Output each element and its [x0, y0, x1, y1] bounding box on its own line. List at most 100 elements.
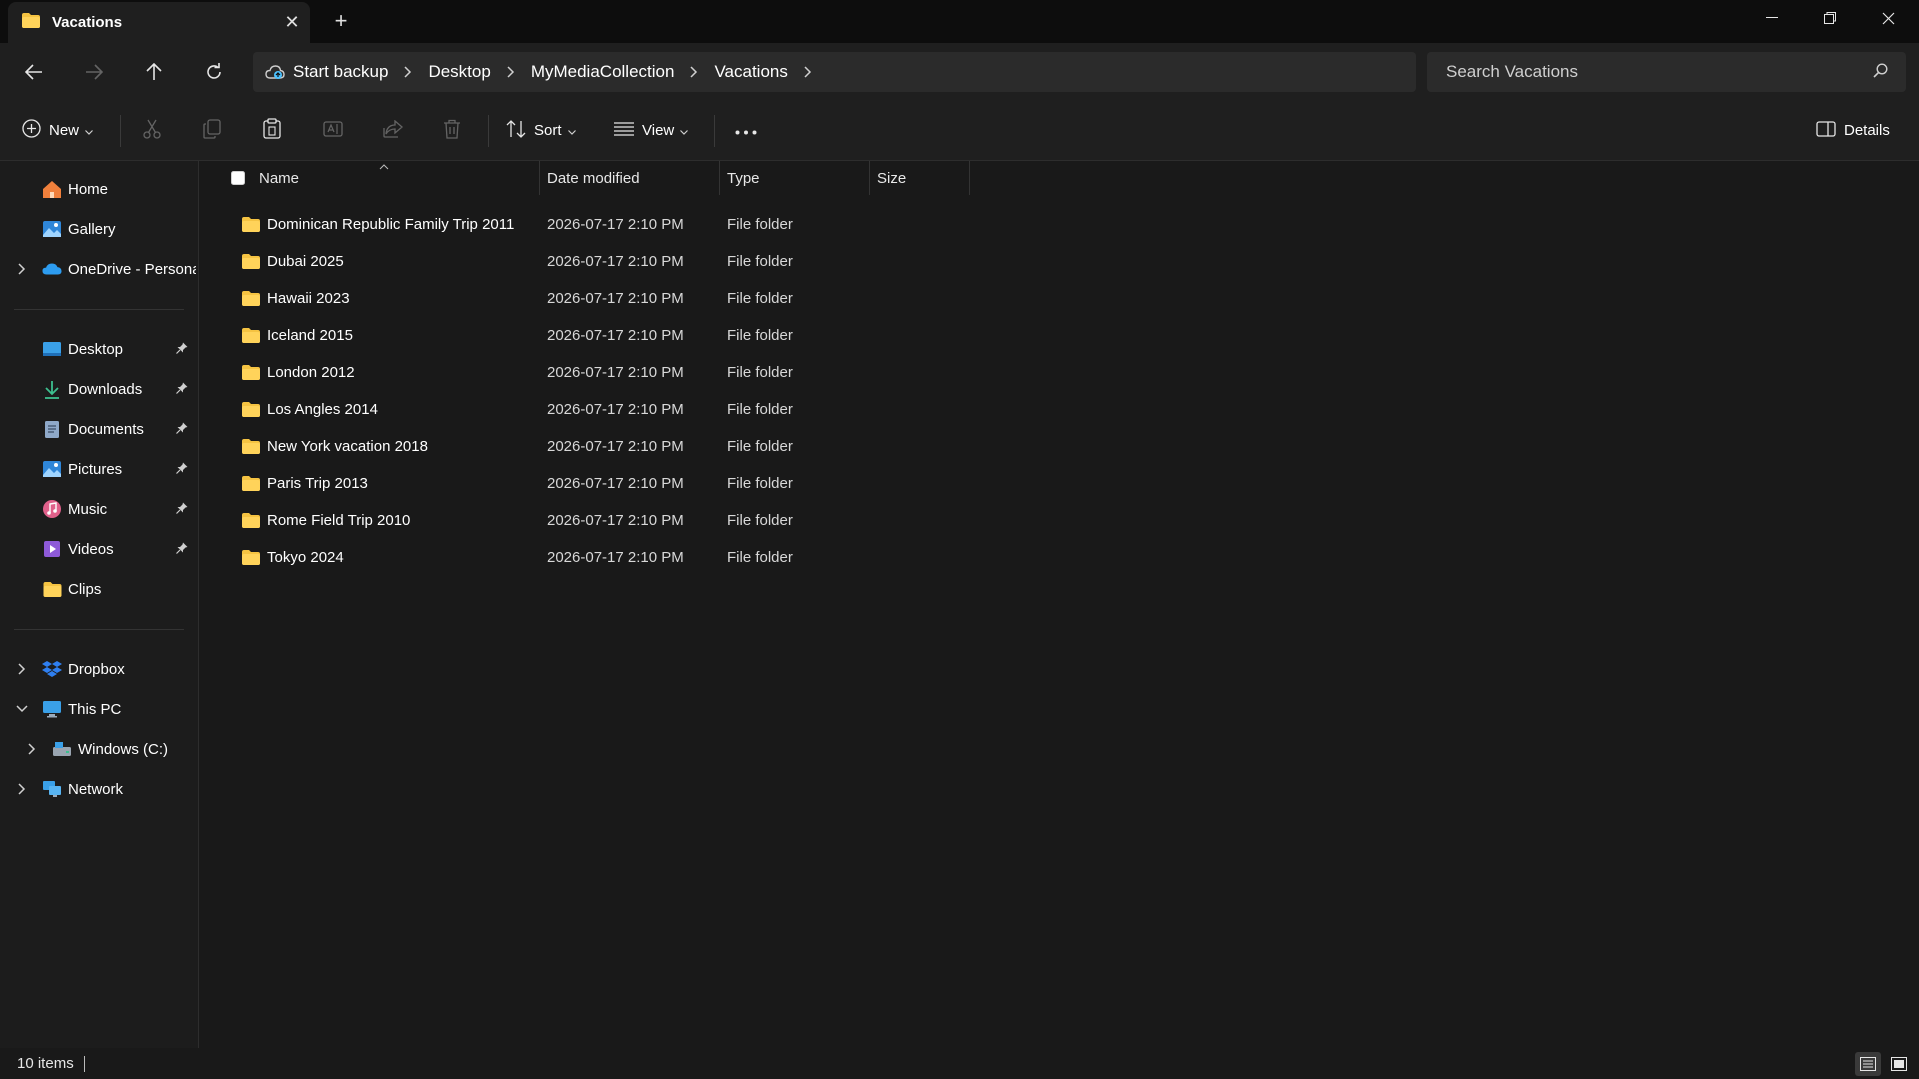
table-row[interactable]: Dominican Republic Family Trip 2011 2026-… — [199, 206, 1919, 243]
details-button[interactable]: Details — [1816, 101, 1890, 160]
file-name[interactable]: Iceland 2015 — [267, 317, 353, 354]
table-row[interactable]: Iceland 2015 2026-07-17 2:10 PM File folde… — [199, 317, 1919, 354]
address-bar[interactable]: Start backup Desktop MyMediaCollection V… — [253, 52, 1416, 92]
chevron-right-icon[interactable] — [24, 741, 40, 757]
sidebar-item-label: Dropbox — [68, 660, 125, 678]
sidebar-item-desktop[interactable]: Desktop — [0, 331, 198, 367]
large-icons-view-icon[interactable] — [1886, 1052, 1912, 1076]
tab-vacations[interactable]: Vacations ✕ — [8, 2, 310, 43]
column-header-size[interactable]: Size — [877, 161, 906, 195]
sidebar-item-clips[interactable]: Clips — [0, 571, 198, 607]
sidebar-divider — [14, 309, 184, 310]
column-divider[interactable] — [869, 161, 870, 195]
column-header-date[interactable]: Date modified — [547, 161, 640, 195]
chevron-right-icon[interactable] — [14, 661, 30, 677]
sidebar-item-music[interactable]: Music — [0, 491, 198, 527]
file-name[interactable]: Tokyo 2024 — [267, 539, 344, 576]
details-view-icon[interactable] — [1855, 1052, 1881, 1076]
table-row[interactable]: Paris Trip 2013 2026-07-17 2:10 PM File fo… — [199, 465, 1919, 502]
file-name[interactable]: New York vacation 2018 — [267, 428, 428, 465]
chevron-right-icon[interactable] — [396, 66, 420, 78]
cut-button[interactable] — [143, 101, 161, 160]
table-row[interactable]: Rome Field Trip 2010 2026-07-17 2:10 PM Fi… — [199, 502, 1919, 539]
chevron-right-icon[interactable] — [682, 66, 706, 78]
column-divider[interactable] — [969, 161, 970, 195]
table-row[interactable]: New York vacation 2018 2026-07-17 2:10 PM… — [199, 428, 1919, 465]
search-icon[interactable] — [1873, 62, 1888, 82]
column-divider[interactable] — [539, 161, 540, 195]
sidebar-item-this-pc[interactable]: This PC — [0, 691, 198, 727]
pin-icon[interactable] — [176, 461, 188, 478]
forward-arrow-icon[interactable] — [78, 56, 110, 88]
table-row[interactable]: Dubai 2025 2026-07-17 2:10 PM File folder — [199, 243, 1919, 280]
folder-icon — [242, 280, 260, 317]
column-header-name[interactable]: Name — [259, 161, 737, 195]
more-options-button[interactable] — [735, 101, 757, 160]
share-button[interactable] — [383, 101, 403, 160]
select-all-checkbox[interactable] — [231, 161, 245, 195]
pc-icon — [42, 699, 62, 719]
chevron-down-icon[interactable] — [14, 701, 30, 717]
file-date: 2026-07-17 2:10 PM — [547, 216, 684, 233]
refresh-icon[interactable] — [198, 56, 230, 88]
file-name[interactable]: Dubai 2025 — [267, 243, 344, 280]
new-tab-icon[interactable]: + — [330, 8, 352, 34]
close-tab-icon[interactable]: ✕ — [274, 12, 310, 33]
sidebar-item-downloads[interactable]: Downloads — [0, 371, 198, 407]
sidebar-item-documents[interactable]: Documents — [0, 411, 198, 447]
rename-button[interactable] — [323, 101, 343, 160]
sidebar-item-videos[interactable]: Videos — [0, 531, 198, 567]
file-name[interactable]: London 2012 — [267, 354, 355, 391]
sidebar-item-dropbox[interactable]: Dropbox — [0, 651, 198, 687]
sidebar-item-pictures[interactable]: Pictures — [0, 451, 198, 487]
breadcrumb-desktop[interactable]: Desktop — [420, 62, 498, 82]
search-input[interactable]: Search Vacations — [1427, 52, 1906, 92]
pin-icon[interactable] — [176, 421, 188, 438]
chevron-right-icon[interactable] — [14, 781, 30, 797]
onedrive-icon — [42, 259, 62, 279]
chevron-right-icon[interactable] — [499, 66, 523, 78]
file-name[interactable]: Rome Field Trip 2010 — [267, 502, 410, 539]
chevron-right-icon[interactable] — [14, 261, 30, 277]
chevron-right-icon[interactable] — [796, 66, 820, 78]
file-name[interactable]: Paris Trip 2013 — [267, 465, 368, 502]
file-name[interactable]: Los Angles 2014 — [267, 391, 378, 428]
copy-button[interactable] — [203, 101, 221, 160]
pin-icon[interactable] — [176, 541, 188, 558]
file-name[interactable]: Hawaii 2023 — [267, 280, 350, 317]
new-button[interactable]: New — [22, 101, 93, 160]
sidebar-item-home[interactable]: Home — [0, 171, 198, 207]
table-row[interactable]: Hawaii 2023 2026-07-17 2:10 PM File folder — [199, 280, 1919, 317]
navigation-bar: Start backup Desktop MyMediaCollection V… — [0, 43, 1919, 101]
sidebar-item-network[interactable]: Network — [0, 771, 198, 807]
pin-icon[interactable] — [176, 341, 188, 358]
table-row[interactable]: Los Angles 2014 2026-07-17 2:10 PM File fo… — [199, 391, 1919, 428]
table-row[interactable]: London 2012 2026-07-17 2:10 PM File folder — [199, 354, 1919, 391]
sort-ascending-icon — [379, 157, 389, 174]
back-arrow-icon[interactable] — [18, 56, 50, 88]
file-name[interactable]: Dominican Republic Family Trip 2011 — [267, 206, 514, 243]
sidebar-item-onedrive[interactable]: OneDrive - Personal — [0, 251, 198, 287]
minimize-icon[interactable] — [1743, 0, 1801, 36]
sidebar-item-label: This PC — [68, 700, 122, 718]
sort-button[interactable]: Sort — [506, 101, 576, 160]
breadcrumb-vacations[interactable]: Vacations — [706, 62, 795, 82]
start-backup-link[interactable]: Start backup — [285, 62, 396, 82]
paste-button[interactable] — [263, 101, 281, 160]
folder-icon — [242, 465, 260, 502]
view-button[interactable]: View — [614, 101, 689, 160]
breadcrumb-mymediacollection[interactable]: MyMediaCollection — [523, 62, 683, 82]
close-window-icon[interactable] — [1859, 0, 1917, 36]
sidebar-item-windows-c[interactable]: Windows (C:) — [0, 731, 198, 767]
up-arrow-icon[interactable] — [138, 56, 170, 88]
table-row[interactable]: Tokyo 2024 2026-07-17 2:10 PM File folder — [199, 539, 1919, 576]
column-divider[interactable] — [719, 161, 720, 195]
pin-icon[interactable] — [176, 501, 188, 518]
music-icon — [42, 499, 62, 519]
column-header-type[interactable]: Type — [727, 161, 760, 195]
delete-button[interactable] — [443, 101, 461, 160]
restore-icon[interactable] — [1801, 0, 1859, 36]
cloud-backup-icon — [265, 64, 285, 80]
pin-icon[interactable] — [176, 381, 188, 398]
sidebar-item-gallery[interactable]: Gallery — [0, 211, 198, 247]
